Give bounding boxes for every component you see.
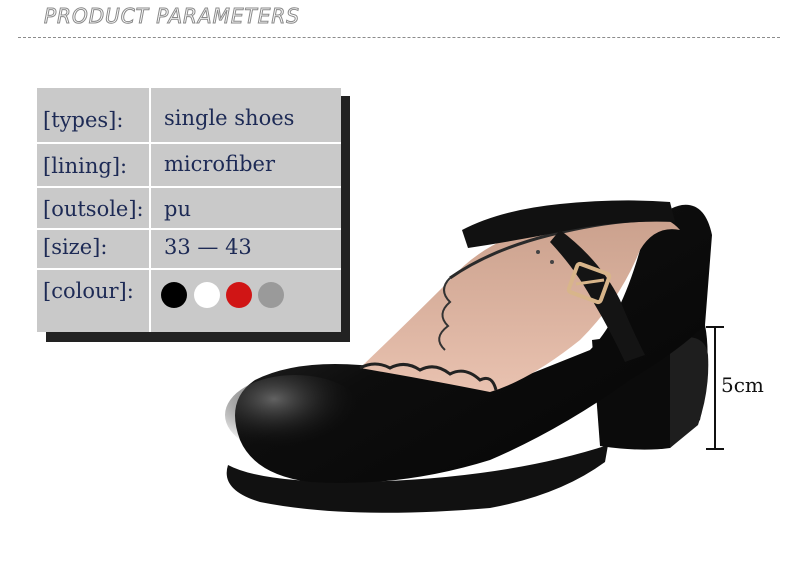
param-row-types: [types]: single shoes: [37, 86, 341, 144]
param-label: [lining]:: [43, 154, 128, 178]
param-value: single shoes: [164, 106, 295, 130]
product-shoe-image: [225, 200, 712, 513]
param-value: microfiber: [164, 152, 275, 176]
param-label: [colour]:: [43, 279, 134, 303]
param-label: [outsole]:: [43, 197, 144, 221]
colour-swatch-black: [161, 282, 187, 308]
heel-height-label: 5cm: [721, 373, 764, 397]
page-title: PRODUCT PARAMETERS: [44, 4, 300, 29]
header-divider: [18, 37, 780, 38]
param-label: [size]:: [43, 235, 108, 259]
param-row-lining: [lining]: microfiber: [37, 142, 341, 188]
param-value: pu: [164, 197, 191, 221]
param-label: [types]:: [43, 108, 124, 132]
